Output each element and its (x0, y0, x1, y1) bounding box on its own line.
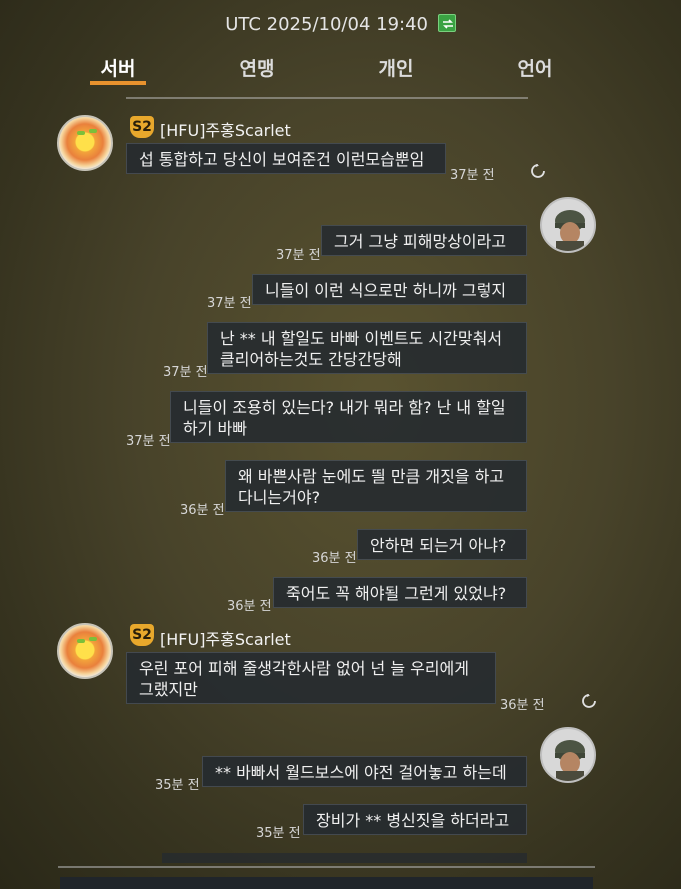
tab-personal[interactable]: 개인 (356, 54, 436, 86)
server-badge: S2 (130, 116, 154, 138)
message-time: 37분 전 (450, 168, 495, 183)
message-time: 35분 전 (256, 826, 301, 841)
sender-name[interactable]: [HFU]주홍Scarlet (160, 117, 291, 141)
my-avatar[interactable] (540, 197, 596, 253)
active-tab-indicator (90, 81, 146, 85)
utc-time-label: UTC 2025/10/04 19:40 (225, 14, 428, 35)
chat-bubble[interactable]: 안하면 되는거 아냐? (357, 529, 527, 560)
chat-bubble[interactable]: 그거 그냥 피해망상이라고 (321, 225, 527, 256)
utc-clock: UTC 2025/10/04 19:40 (0, 14, 681, 35)
player-avatar[interactable] (57, 623, 113, 679)
message-time: 37분 전 (126, 434, 171, 449)
input-divider (58, 866, 595, 868)
tab-alliance[interactable]: 연맹 (217, 54, 297, 86)
chat-bubble[interactable]: 우린 포어 피해 줄생각한사람 없어 넌 늘 우리에게 그랬지만 (126, 652, 496, 704)
chat-bubble[interactable]: 난 ** 내 할일도 바빠 이벤트도 시간맞춰서 클리어하는것도 간당간당해 (207, 322, 527, 374)
server-badge: S2 (130, 624, 154, 646)
my-avatar[interactable] (540, 727, 596, 783)
message-time: 37분 전 (163, 365, 208, 380)
chat-bubble[interactable]: 섭 통합하고 당신이 보여준건 이런모습뿐임 (126, 143, 446, 174)
message-time: 36분 전 (227, 599, 272, 614)
chat-bubble[interactable]: 니들이 이런 식으로만 하니까 그렇지 (252, 274, 527, 305)
soldier-portrait-icon (555, 210, 585, 251)
chat-header: UTC 2025/10/04 19:40 서버 연맹 개인 언어 (0, 0, 681, 100)
message-time: 35분 전 (155, 778, 200, 793)
partial-chat-bubble (162, 853, 527, 863)
retranslate-icon[interactable] (530, 163, 546, 179)
player-avatar[interactable] (57, 115, 113, 171)
chat-bubble[interactable]: 니들이 조용히 있는다? 내가 뭐라 함? 난 내 할일 하기 바빠 (170, 391, 527, 443)
message-time: 37분 전 (276, 248, 321, 263)
refresh-icon[interactable] (437, 14, 456, 32)
message-time: 37분 전 (207, 296, 252, 311)
chat-bubble[interactable]: 왜 바쁜사람 눈에도 띌 만큼 개짓을 하고 다니는거야? (225, 460, 527, 512)
soldier-portrait-icon (555, 740, 585, 781)
message-time: 36분 전 (312, 551, 357, 566)
chat-input-bar[interactable] (60, 877, 593, 889)
sender-name[interactable]: [HFU]주홍Scarlet (160, 626, 291, 650)
chat-bubble[interactable]: ** 바빠서 월드보스에 야전 걸어놓고 하는데 (202, 756, 527, 787)
tab-language[interactable]: 언어 (495, 54, 575, 86)
message-time: 36분 전 (500, 698, 545, 713)
scroll-fade-divider (126, 97, 528, 99)
retranslate-icon[interactable] (581, 693, 597, 709)
chat-bubble[interactable]: 장비가 ** 병신짓을 하더라고 (303, 804, 527, 835)
chat-bubble[interactable]: 죽어도 꼭 해야될 그런게 있었냐? (273, 577, 527, 608)
message-time: 36분 전 (180, 503, 225, 518)
